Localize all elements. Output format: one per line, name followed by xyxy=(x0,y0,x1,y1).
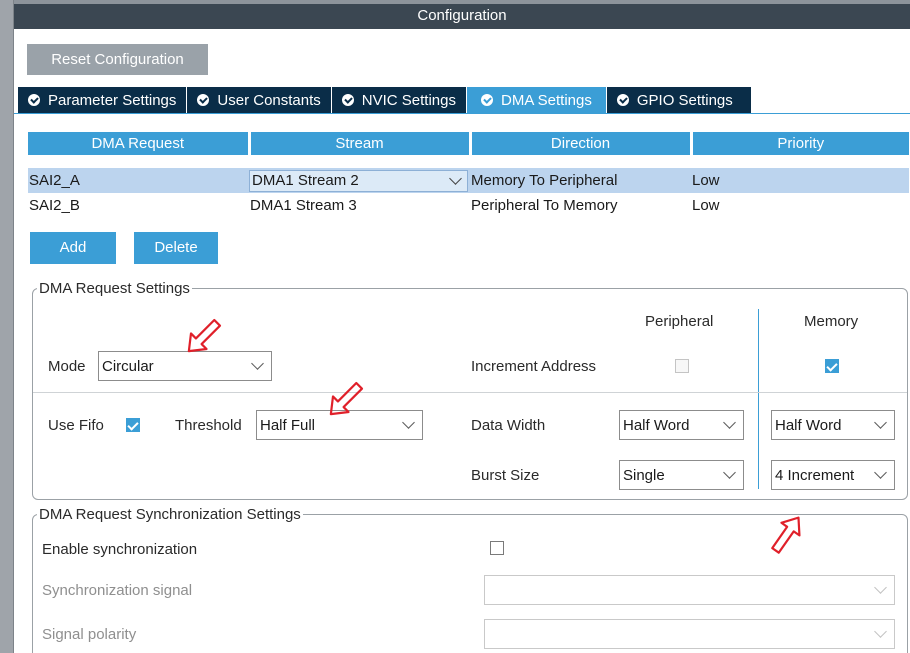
tab-user-constants[interactable]: User Constants xyxy=(187,87,332,113)
enable-sync-label: Enable synchronization xyxy=(42,541,198,558)
chevron-down-icon xyxy=(874,466,887,479)
chevron-down-icon xyxy=(402,416,415,429)
table-row[interactable]: SAI2_B DMA1 Stream 3 Peripheral To Memor… xyxy=(28,193,909,218)
signal-polarity-label: Signal polarity xyxy=(42,626,137,643)
direction-cell: Peripheral To Memory xyxy=(471,197,618,214)
threshold-value: Half Full xyxy=(260,416,316,434)
settings-tabs: Parameter Settings User Constants NVIC S… xyxy=(18,87,752,113)
left-panel-edge xyxy=(0,0,14,653)
burst-memory-value: 4 Increment xyxy=(775,466,855,484)
chevron-down-icon xyxy=(449,171,462,185)
mode-label: Mode xyxy=(48,358,86,375)
peripheral-column-label: Peripheral xyxy=(645,313,714,330)
row-divider xyxy=(33,392,907,393)
annotation-arrow-icon xyxy=(329,381,364,416)
use-fifo-label: Use Fifo xyxy=(48,417,104,434)
tab-label: DMA Settings xyxy=(501,91,592,109)
column-divider xyxy=(758,309,759,489)
check-circle-icon xyxy=(481,94,493,106)
use-fifo-checkbox[interactable] xyxy=(126,418,140,432)
burst-memory-dropdown[interactable]: 4 Increment xyxy=(771,460,895,490)
burst-size-label: Burst Size xyxy=(471,467,540,484)
dma-request-table: DMA Request Stream Direction Priority SA… xyxy=(28,132,909,218)
add-button[interactable]: Add xyxy=(30,232,116,264)
stream-dropdown[interactable]: DMA1 Stream 2 xyxy=(249,169,468,192)
direction-cell: Memory To Peripheral xyxy=(470,168,691,193)
column-header-stream[interactable]: Stream xyxy=(249,132,472,155)
sync-signal-dropdown[interactable] xyxy=(484,575,895,605)
request-cell: SAI2_A xyxy=(28,168,249,193)
tab-label: Parameter Settings xyxy=(48,91,177,109)
increment-address-label: Increment Address xyxy=(471,358,597,375)
window-title: Configuration xyxy=(14,0,910,29)
burst-peripheral-value: Single xyxy=(623,466,665,484)
group-title: DMA Request Synchronization Settings xyxy=(39,506,301,523)
chevron-down-icon xyxy=(874,416,887,429)
tab-underline xyxy=(14,113,910,114)
stream-cell: DMA1 Stream 3 xyxy=(250,197,357,214)
threshold-label: Threshold xyxy=(175,417,242,434)
sync-signal-label: Synchronization signal xyxy=(42,582,193,599)
chevron-down-icon xyxy=(723,416,736,429)
chevron-down-icon xyxy=(251,357,264,370)
data-width-label: Data Width xyxy=(471,417,546,434)
group-title: DMA Request Settings xyxy=(39,280,190,297)
delete-button[interactable]: Delete xyxy=(134,232,218,264)
column-header-dma-request[interactable]: DMA Request xyxy=(28,132,251,155)
tab-nvic-settings[interactable]: NVIC Settings xyxy=(331,87,467,113)
data-width-memory-dropdown[interactable]: Half Word xyxy=(771,410,895,440)
table-row[interactable]: SAI2_A DMA1 Stream 2 Memory To Periphera… xyxy=(28,168,909,193)
request-cell: SAI2_B xyxy=(29,197,80,214)
check-circle-icon xyxy=(197,94,210,106)
stream-cell[interactable]: DMA1 Stream 2 xyxy=(249,168,470,193)
increment-memory-checkbox[interactable] xyxy=(825,359,839,373)
priority-cell: Low xyxy=(692,197,720,214)
column-header-direction[interactable]: Direction xyxy=(470,132,693,155)
mode-value: Circular xyxy=(102,357,154,375)
tab-dma-settings[interactable]: DMA Settings xyxy=(467,87,607,113)
chevron-down-icon xyxy=(874,581,887,594)
enable-sync-checkbox[interactable] xyxy=(490,541,504,555)
burst-peripheral-dropdown[interactable]: Single xyxy=(619,460,744,490)
increment-peripheral-checkbox[interactable] xyxy=(675,359,689,373)
tab-label: GPIO Settings xyxy=(636,91,733,109)
reset-configuration-button[interactable]: Reset Configuration xyxy=(27,44,208,75)
tab-parameter-settings[interactable]: Parameter Settings xyxy=(18,87,188,113)
column-header-priority[interactable]: Priority xyxy=(691,132,909,155)
data-width-peripheral-value: Half Word xyxy=(623,416,690,434)
stream-value: DMA1 Stream 2 xyxy=(252,172,359,189)
priority-cell: Low xyxy=(691,168,909,193)
annotation-arrow-icon xyxy=(187,318,222,353)
check-circle-icon xyxy=(28,94,40,106)
data-width-peripheral-dropdown[interactable]: Half Word xyxy=(619,410,744,440)
chevron-down-icon xyxy=(874,625,887,638)
check-circle-icon xyxy=(341,94,354,106)
annotation-arrow-icon xyxy=(771,516,801,554)
tab-label: NVIC Settings xyxy=(361,91,456,109)
data-width-memory-value: Half Word xyxy=(775,416,842,434)
check-circle-icon xyxy=(616,94,629,106)
memory-column-label: Memory xyxy=(804,313,859,330)
tab-label: User Constants xyxy=(217,91,321,109)
chevron-down-icon xyxy=(723,466,736,479)
tab-gpio-settings[interactable]: GPIO Settings xyxy=(606,87,752,113)
signal-polarity-dropdown[interactable] xyxy=(484,619,895,649)
